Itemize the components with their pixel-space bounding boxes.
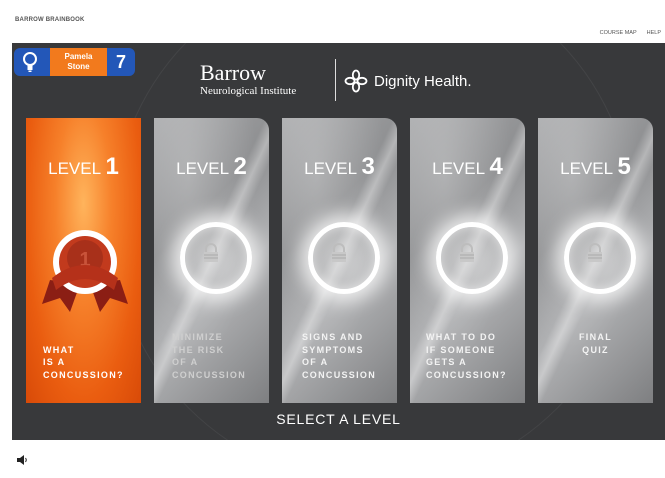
level-title-line: FINAL — [579, 332, 612, 342]
speaker-icon[interactable] — [16, 455, 28, 465]
level-number: 2 — [233, 153, 247, 180]
level-word: LEVEL — [48, 159, 102, 178]
user-badge: Pamela Stone 7 — [12, 43, 137, 78]
ribbon-medal-icon: 1 — [42, 230, 128, 312]
level-label: LEVEL 2 — [154, 153, 269, 181]
lock-badge — [308, 222, 380, 294]
lock-icon — [332, 243, 346, 262]
level-title-line: CONCUSSION? — [426, 369, 507, 380]
user-first-name: Pamela — [64, 52, 93, 61]
level-card-4[interactable]: LEVEL 4 WHAT TO DO IF SOMEONE GETS A CON… — [410, 118, 525, 403]
lock-icon — [204, 243, 218, 262]
level-title-line: WHAT TO DO — [426, 332, 497, 342]
level-title-line: CONCUSSION — [302, 369, 377, 380]
app-title: BARROW BRAINBOOK — [15, 17, 85, 23]
level-title: SIGNS AND SYMPTOMS OF A CONCUSSION — [302, 331, 397, 381]
level-title-line: CONCUSSION — [172, 369, 247, 380]
course-map-link[interactable]: COURSE MAP — [600, 30, 637, 36]
lock-icon — [460, 243, 474, 262]
level-word: LEVEL — [432, 159, 486, 178]
level-number: 1 — [105, 153, 119, 180]
level-title-line: SIGNS AND — [302, 332, 364, 342]
help-link[interactable]: HELP — [647, 30, 661, 36]
level-word: LEVEL — [176, 159, 230, 178]
level-label: LEVEL 3 — [282, 153, 397, 181]
level-number: 3 — [361, 153, 375, 180]
level-title-line: IS A — [43, 357, 66, 367]
dignity-flower-icon — [344, 69, 368, 93]
lightbulb-icon — [23, 52, 37, 72]
level-card-1[interactable]: LEVEL 1 1 WHAT IS A CONCUSSION? — [26, 118, 141, 403]
level-card-3[interactable]: LEVEL 3 SIGNS AND SYMPTOMS OF A CONCUSSI… — [282, 118, 397, 403]
level-title-line: GETS A — [426, 357, 467, 367]
level-number: 5 — [617, 153, 631, 180]
select-level-label: SELECT A LEVEL — [276, 411, 401, 427]
level-card-2[interactable]: LEVEL 2 MINIMIZE THE RISK OF A CONCUSSIO… — [154, 118, 269, 403]
dignity-health-text: Dignity Health. — [374, 72, 472, 90]
user-name: Pamela Stone — [50, 48, 107, 76]
barrow-logo-main: Barrow — [200, 60, 266, 85]
level-number: 4 — [489, 153, 503, 180]
user-last-name: Stone — [67, 62, 90, 71]
top-links: COURSE MAP HELP — [600, 30, 661, 36]
lightbulb-button[interactable] — [14, 48, 50, 76]
level-label: LEVEL 1 — [26, 153, 141, 181]
level-word: LEVEL — [560, 159, 614, 178]
level-title: WHAT TO DO IF SOMEONE GETS A CONCUSSION? — [426, 331, 525, 381]
level-title-line: THE RISK — [172, 344, 225, 355]
level-title-line: WHAT — [43, 344, 75, 355]
barrow-logo: Barrow Neurological Institute — [200, 62, 296, 98]
level-card-5[interactable]: LEVEL 5 FINAL QUIZ — [538, 118, 653, 403]
level-title-line: IF SOMEONE — [426, 344, 496, 355]
level-select-stage: Pamela Stone 7 Barrow Neurological Insti… — [12, 43, 665, 440]
user-score: 7 — [107, 48, 135, 76]
level-title: WHAT IS A CONCUSSION? — [43, 344, 141, 382]
level-title-line: OF A — [302, 357, 329, 367]
barrow-logo-sub: Neurological Institute — [200, 85, 297, 97]
level-title: FINAL QUIZ — [538, 331, 653, 356]
level-title-line: CONCUSSION? — [43, 369, 124, 380]
logo-divider — [335, 59, 336, 101]
lock-badge — [436, 222, 508, 294]
level-title-line: SYMPTOMS — [302, 344, 364, 355]
level-label: LEVEL 4 — [410, 153, 525, 181]
level-title-line: QUIZ — [582, 344, 609, 355]
level-title: MINIMIZE THE RISK OF A CONCUSSION — [172, 331, 269, 381]
lock-badge — [180, 222, 252, 294]
level-word: LEVEL — [304, 159, 358, 178]
lock-icon — [588, 243, 602, 262]
level-label: LEVEL 5 — [538, 153, 653, 181]
lock-badge — [564, 222, 636, 294]
level-title-line: OF A — [172, 357, 199, 367]
dignity-health-logo: Dignity Health. — [344, 69, 472, 93]
level-title-line: MINIMIZE — [172, 332, 223, 342]
